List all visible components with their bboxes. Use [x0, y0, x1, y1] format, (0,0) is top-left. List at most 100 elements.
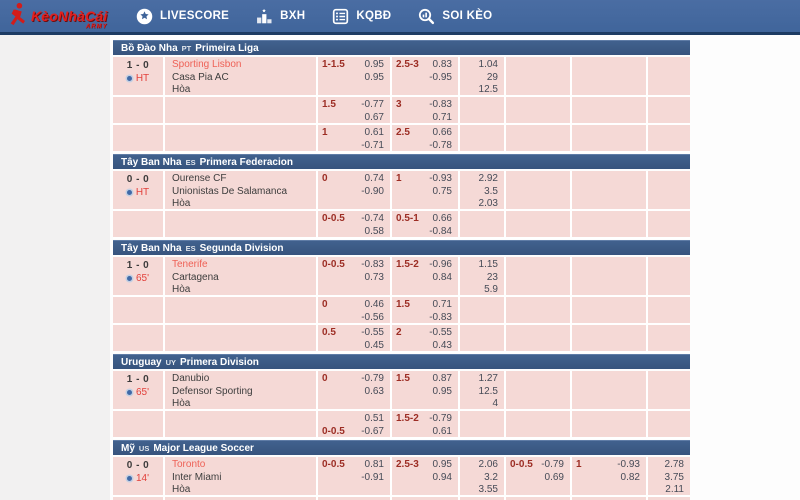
odds-row[interactable]: 0.510-0.5-0.671.5-2-0.790.61	[113, 411, 690, 439]
team-home[interactable]: Ourense CF	[172, 173, 316, 186]
league-name: Primeira Liga	[195, 43, 258, 54]
league-header[interactable]: MỹUSMajor League Soccer	[113, 440, 690, 455]
results-list-icon	[332, 8, 349, 25]
match-row[interactable]: 1 - 065'TenerifeCartagenaHòa0-0.5-0.830.…	[113, 257, 690, 297]
odds-table: Bồ Đào NhaPTPrimeira Liga1 - 0HTSporting…	[113, 40, 800, 500]
team-home[interactable]: Danubio	[172, 373, 316, 386]
score-cell: 1 - 065'	[113, 257, 165, 295]
star-circle-icon	[136, 8, 153, 25]
odds-row[interactable]: 00.46-0.561.50.71-0.83	[113, 297, 690, 325]
over-under-cell: 2-0.550.43	[392, 325, 460, 351]
handicap-2h-cell	[506, 211, 572, 237]
odds-value: 0.58	[365, 226, 384, 238]
odds-handicap: 2.5	[396, 127, 410, 140]
league-header[interactable]: UruguayUYPrimera Division	[113, 354, 690, 369]
team-home[interactable]: Toronto	[172, 459, 316, 472]
odds-value: 5.9	[464, 284, 498, 295]
live-dot-icon	[127, 190, 132, 195]
team-away[interactable]: Defensor Sporting	[172, 386, 316, 399]
odds-value: 0.83	[433, 59, 452, 72]
odds-value: -0.77	[361, 99, 384, 112]
league-header[interactable]: Bồ Đào NhaPTPrimeira Liga	[113, 40, 690, 55]
team-away[interactable]: Unionistas De Salamanca	[172, 186, 316, 199]
livescore-page: KèoNhàCái ARMY LIVESCORE BXH	[0, 0, 800, 500]
over-under-cell: 1.5-2-0.960.84	[392, 257, 460, 295]
match-score: 0 - 0	[113, 173, 163, 186]
team-draw[interactable]: Hòa	[172, 484, 316, 495]
score-cell: 0 - 014'	[113, 457, 165, 495]
1x2-cell	[460, 297, 506, 323]
odds-line: -0.71	[322, 140, 384, 152]
teams-cell: Sporting LisbonCasa Pia ACHòa	[165, 57, 318, 95]
odds-value: 3.2	[464, 472, 498, 485]
country-code: ES	[186, 243, 196, 253]
match-row[interactable]: 1 - 0HTSporting LisbonCasa Pia ACHòa1-1.…	[113, 57, 690, 97]
team-draw[interactable]: Hòa	[172, 284, 316, 295]
odds-line: 0.5-0.55	[322, 327, 384, 340]
handicap-2h-cell	[506, 411, 572, 437]
site-logo[interactable]: KèoNhàCái ARMY	[6, 2, 122, 30]
match-row[interactable]: 0 - 0HTOurense CFUnionistas De Salamanca…	[113, 171, 690, 211]
team-home[interactable]: Sporting Lisbon	[172, 59, 316, 72]
score-cell	[113, 411, 165, 437]
teams-cell: TorontoInter MiamiHòa	[165, 457, 318, 495]
team-draw[interactable]: Hòa	[172, 84, 316, 95]
odds-line: 0.63	[322, 386, 384, 399]
nav-item-label: SOI KÈO	[442, 10, 492, 22]
odds-row[interactable]: 0-0.5-0.740.580.5-10.66-0.84	[113, 211, 690, 239]
match-row[interactable]: 0 - 014'TorontoInter MiamiHòa0-0.50.81-0…	[113, 457, 690, 497]
odds-handicap: 0	[322, 173, 328, 186]
teams-cell: Ourense CFUnionistas De SalamancaHòa	[165, 171, 318, 209]
odds-value: 0.51	[365, 413, 384, 426]
nav-item-livescore[interactable]: LIVESCORE	[136, 8, 229, 25]
handicap-cell: 1.5-0.770.67	[318, 97, 392, 123]
odds-handicap: 0-0.5	[322, 259, 345, 272]
main-menu: LIVESCORE BXH KQBĐ SOI KÈO	[136, 8, 492, 25]
odds-value: 0.81	[365, 459, 384, 472]
odds-row[interactable]: 10.61-0.712.50.66-0.78	[113, 125, 690, 153]
team-draw[interactable]: Hòa	[172, 398, 316, 409]
over-under-cell: 3-0.830.71	[392, 97, 460, 123]
team-away[interactable]: Inter Miami	[172, 472, 316, 485]
odds-line: -0.84	[396, 226, 452, 238]
nav-item-bxh[interactable]: BXH	[256, 8, 305, 25]
content-area: Bồ Đào NhaPTPrimeira Liga1 - 0HTSporting…	[0, 35, 800, 500]
over-under-2h-cell	[572, 325, 648, 351]
nav-item-kqbd[interactable]: KQBĐ	[332, 8, 391, 25]
nav-item-soikeo[interactable]: SOI KÈO	[418, 8, 492, 25]
1x2-cell: 2.923.52.03	[460, 171, 506, 209]
league-section: UruguayUYPrimera Division 1 - 065'Danubio…	[113, 354, 800, 439]
odds-handicap: 1.5	[322, 99, 336, 112]
handicap-cell: 0-0.790.63	[318, 371, 392, 409]
odds-handicap: 1.5	[396, 373, 410, 386]
odds-line: 1.5-2-0.79	[396, 413, 452, 426]
odds-value: -0.91	[361, 472, 384, 485]
over-under-2h-cell	[572, 57, 648, 95]
country-code: UY	[166, 357, 176, 367]
odds-row[interactable]: 1.5-0.770.673-0.830.71	[113, 97, 690, 125]
odds-value: -0.79	[361, 373, 384, 386]
odds-handicap: 0	[322, 299, 328, 312]
score-cell: 1 - 0HT	[113, 57, 165, 95]
odds-line: 3-0.83	[396, 99, 452, 112]
odds-row[interactable]: 0.5-0.550.452-0.550.43	[113, 325, 690, 353]
match-row[interactable]: 1 - 065'DanubioDefensor SportingHòa0-0.7…	[113, 371, 690, 411]
odds-line: 2.5-30.83	[396, 59, 452, 72]
team-home[interactable]: Tenerife	[172, 259, 316, 272]
odds-value: 0.66	[433, 213, 452, 226]
handicap-cell: 1-1.50.950.95	[318, 57, 392, 95]
match-score: 1 - 0	[113, 59, 163, 72]
1x2-cell: 1.2712.54	[460, 371, 506, 409]
odds-line: 2-0.55	[396, 327, 452, 340]
team-away[interactable]: Cartagena	[172, 272, 316, 285]
odds-value: 2.11	[652, 484, 684, 495]
team-away[interactable]: Casa Pia AC	[172, 72, 316, 85]
handicap-2h-cell	[506, 171, 572, 209]
league-header[interactable]: Tây Ban NhaESPrimera Federacion	[113, 154, 690, 169]
over-under-2h-cell	[572, 97, 648, 123]
team-draw[interactable]: Hòa	[172, 198, 316, 209]
odds-value: -0.55	[429, 327, 452, 340]
league-header[interactable]: Tây Ban NhaESSegunda Division	[113, 240, 690, 255]
odds-handicap: 0-0.5	[510, 459, 533, 472]
live-dot-icon	[127, 276, 132, 281]
